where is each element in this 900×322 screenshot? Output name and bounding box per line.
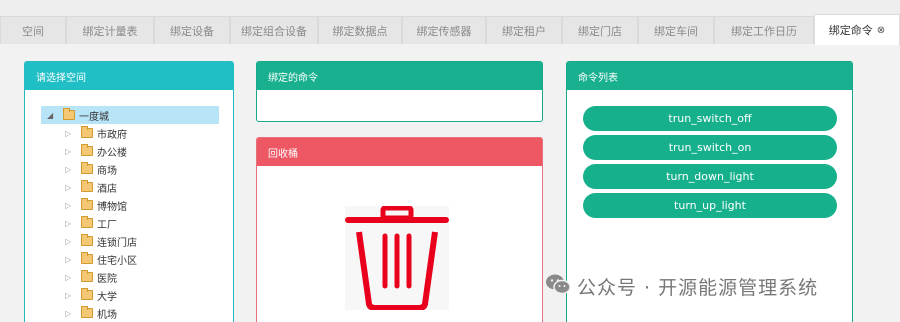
command-item[interactable]: turn_up_light [583,193,837,218]
tab-bind-equipment[interactable]: 绑定设备 [154,16,230,44]
folder-icon [81,144,93,156]
tree-node[interactable]: ▷ 大学 [41,286,221,304]
folder-icon [81,270,93,282]
folder-icon [81,162,93,174]
tab-label: 绑定车间 [654,24,698,38]
recycle-bin-panel: 回收桶 [256,137,543,322]
tree-node[interactable]: ▷ 酒店 [41,178,221,196]
tree-node-label: 一度城 [79,111,109,123]
tree-node[interactable]: ▷ 医院 [41,268,221,286]
folder-icon [81,180,93,192]
wechat-icon [545,273,571,300]
tree-node[interactable]: ▷ 商场 [41,160,221,178]
tab-label: 绑定组合设备 [241,24,307,38]
bound-commands-dropzone[interactable] [257,90,542,121]
tree-node[interactable]: ▷ 工厂 [41,214,221,232]
tab-bind-combined-equipment[interactable]: 绑定组合设备 [230,16,318,44]
collapse-arrow-icon[interactable]: ▷ [65,147,75,156]
collapse-arrow-icon[interactable]: ▷ [65,129,75,138]
recycle-bin-title: 回收桶 [257,138,542,166]
tab-bind-working-calendar[interactable]: 绑定工作日历 [714,16,814,44]
tab-label: 绑定租户 [502,24,546,38]
tree-node-label: 商场 [97,165,117,177]
tab-label: 绑定数据点 [332,24,388,38]
folder-icon [81,126,93,138]
tab-label: 空间 [22,24,44,38]
tree-node-label: 市政府 [97,129,127,141]
tree-node[interactable]: ▷ 博物馆 [41,196,221,214]
watermark-text: 公众号 · 开源能源管理系统 [577,276,819,299]
tree-node-label: 酒店 [97,183,117,195]
tree-node[interactable]: ▷ 住宅小区 [41,250,221,268]
tree-node-label: 连锁门店 [97,237,137,249]
tab-label: 绑定命令 [828,24,873,37]
space-tree: ◢ 一度城 ▷ 市政府 ▷ 办公楼 ▷ 商场 ▷ 酒店 ▷ 博物馆 ▷ 工厂 ▷ 连锁门店 ▷… [41,106,221,322]
tree-node-label: 住宅小区 [97,255,137,267]
folder-open-icon [63,108,75,120]
tab-bar: 空间 绑定计量表 绑定设备 绑定组合设备 绑定数据点 绑定传感器 绑定租户 绑定… [0,0,900,45]
tab-label: 绑定传感器 [416,24,472,38]
command-item[interactable]: trun_switch_on [583,135,837,160]
tab-label: 绑定门店 [578,24,622,38]
tab-label: 绑定计量表 [82,24,138,38]
command-item[interactable]: trun_switch_off [583,106,837,131]
tree-node-label: 办公楼 [97,147,127,159]
tree-node-label: 机场 [97,309,117,321]
tree-node-label: 大学 [97,291,117,303]
tree-node-label: 医院 [97,273,117,285]
folder-icon [81,216,93,228]
close-icon[interactable]: ⊗ [877,25,885,36]
trash-icon[interactable] [345,205,449,313]
collapse-arrow-icon[interactable]: ▷ [65,201,75,210]
collapse-arrow-icon[interactable]: ▷ [65,273,75,282]
folder-icon [81,252,93,264]
tree-node[interactable]: ▷ 办公楼 [41,142,221,160]
tab-bind-meter[interactable]: 绑定计量表 [66,16,154,44]
command-item[interactable]: turn_down_light [583,164,837,189]
tab-bind-shopfloor[interactable]: 绑定车间 [638,16,714,44]
collapse-arrow-icon[interactable]: ▷ [65,237,75,246]
expand-arrow-icon[interactable]: ◢ [47,111,57,120]
command-list-title: 命令列表 [567,62,852,90]
folder-icon [81,234,93,246]
tab-bind-point[interactable]: 绑定数据点 [318,16,402,44]
space-panel-title: 请选择空间 [25,62,233,90]
collapse-arrow-icon[interactable]: ▷ [65,165,75,174]
tree-node[interactable]: ▷ 机场 [41,304,221,322]
collapse-arrow-icon[interactable]: ▷ [65,291,75,300]
tab-bind-store[interactable]: 绑定门店 [562,16,638,44]
collapse-arrow-icon[interactable]: ▷ [65,183,75,192]
collapse-arrow-icon[interactable]: ▷ [65,219,75,228]
tab-bind-sensor[interactable]: 绑定传感器 [402,16,486,44]
folder-icon [81,306,93,318]
tree-node-label: 工厂 [97,219,117,231]
tab-label: 绑定工作日历 [731,24,797,38]
bound-commands-title: 绑定的命令 [257,62,542,90]
space-panel: 请选择空间 ◢ 一度城 ▷ 市政府 ▷ 办公楼 ▷ 商场 ▷ 酒店 ▷ 博物馆 ▷ 工厂 ▷… [24,61,234,322]
folder-icon [81,198,93,210]
tab-label: 绑定设备 [170,24,214,38]
bound-commands-panel: 绑定的命令 [256,61,543,122]
collapse-arrow-icon[interactable]: ▷ [65,309,75,318]
tab-bind-tenant[interactable]: 绑定租户 [486,16,562,44]
tab-bind-command[interactable]: 绑定命令 ⊗ [814,14,900,45]
watermark: 公众号 · 开源能源管理系统 [545,272,818,300]
collapse-arrow-icon[interactable]: ▷ [65,255,75,264]
folder-icon [81,288,93,300]
tab-space[interactable]: 空间 [0,16,66,44]
tree-node[interactable]: ▷ 市政府 [41,124,221,142]
tree-node[interactable]: ▷ 连锁门店 [41,232,221,250]
tree-node-root[interactable]: ◢ 一度城 [41,106,219,124]
tree-node-label: 博物馆 [97,201,127,213]
